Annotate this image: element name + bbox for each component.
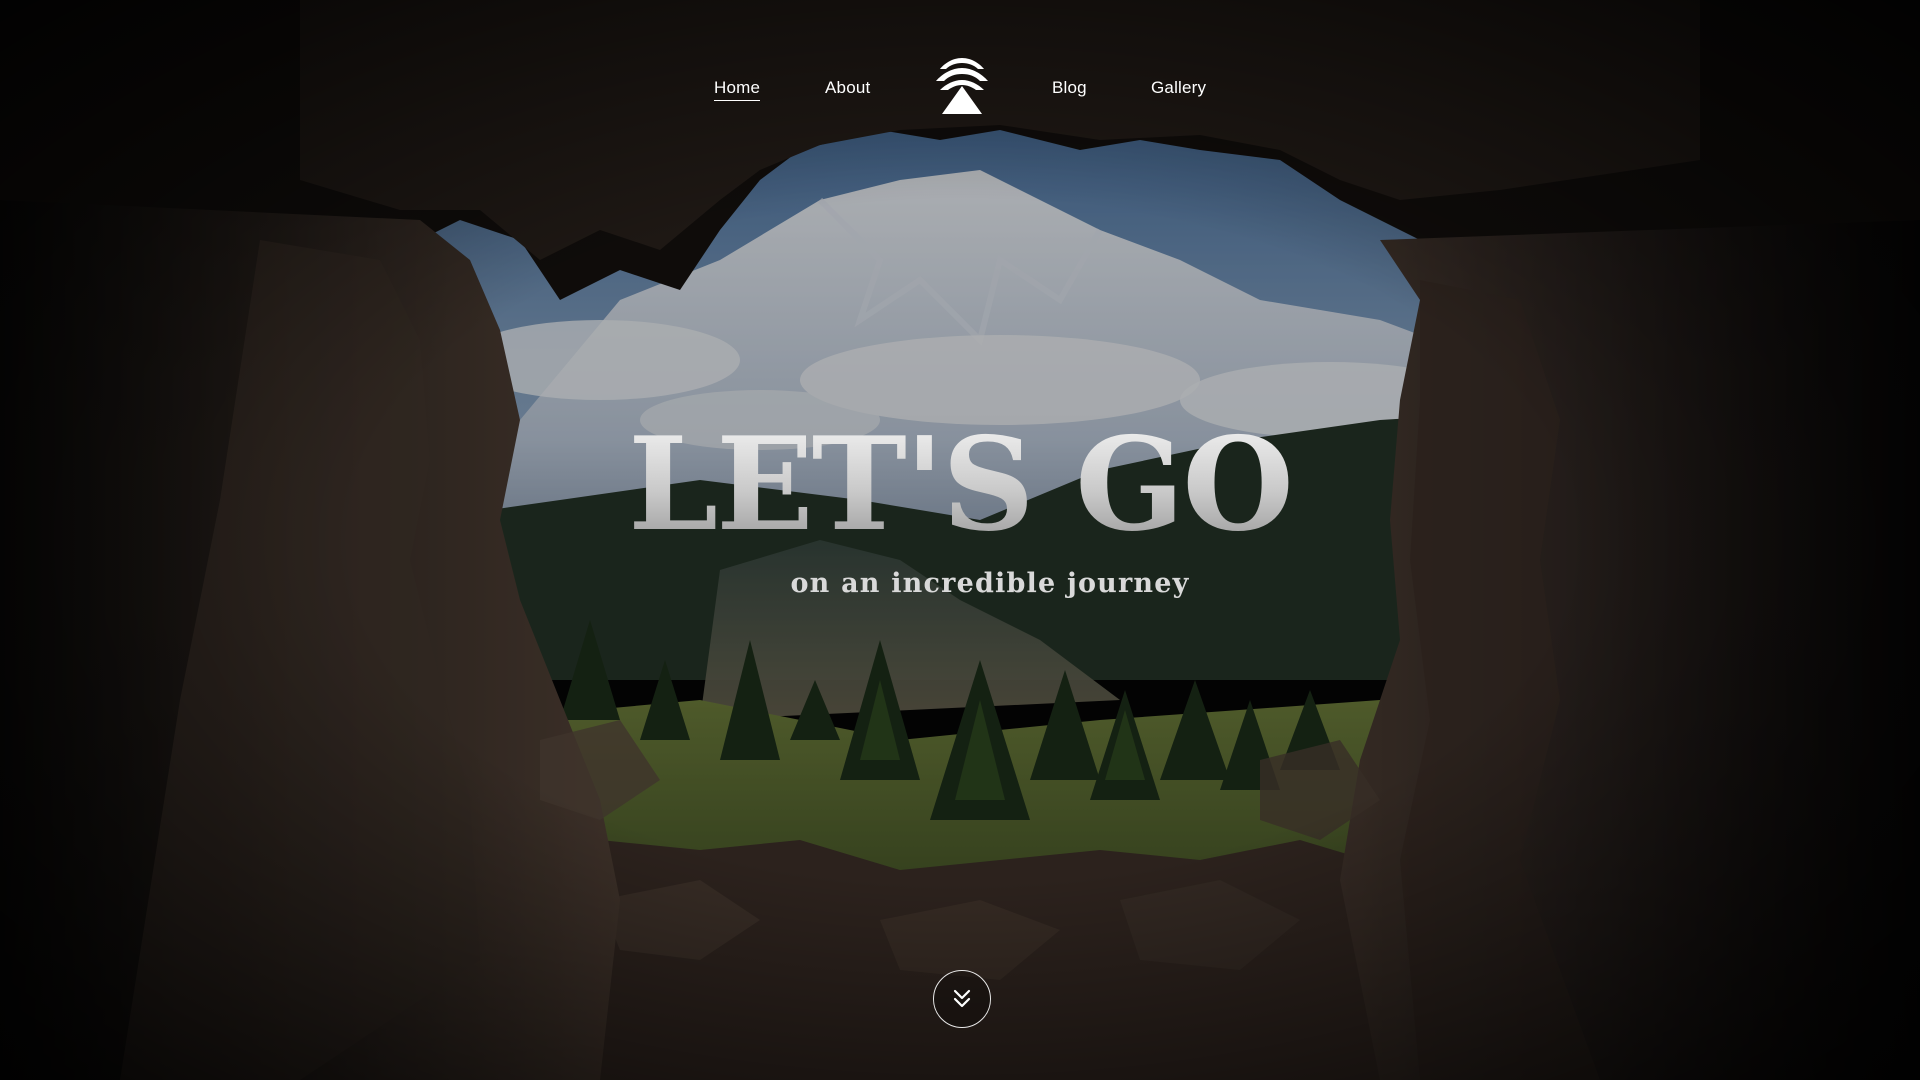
pine-tree-icon[interactable]: [930, 56, 994, 114]
nav-link-blog[interactable]: Blog: [1052, 78, 1087, 98]
hero-subtitle: on an incredible journey: [790, 568, 1190, 599]
hero-title: LET'S GO: [560, 420, 1360, 550]
double-chevron-down-icon: [953, 989, 971, 1008]
scroll-down-button[interactable]: [933, 970, 991, 1028]
nav-link-gallery[interactable]: Gallery: [1151, 78, 1206, 98]
nav-link-about[interactable]: About: [825, 78, 870, 98]
nav-link-home[interactable]: Home: [714, 78, 761, 101]
main-navigation: Home About Blog Gallery: [0, 0, 1920, 180]
hero-scene: Home About Blog Gallery LET'S GO on an i…: [0, 0, 1920, 1080]
